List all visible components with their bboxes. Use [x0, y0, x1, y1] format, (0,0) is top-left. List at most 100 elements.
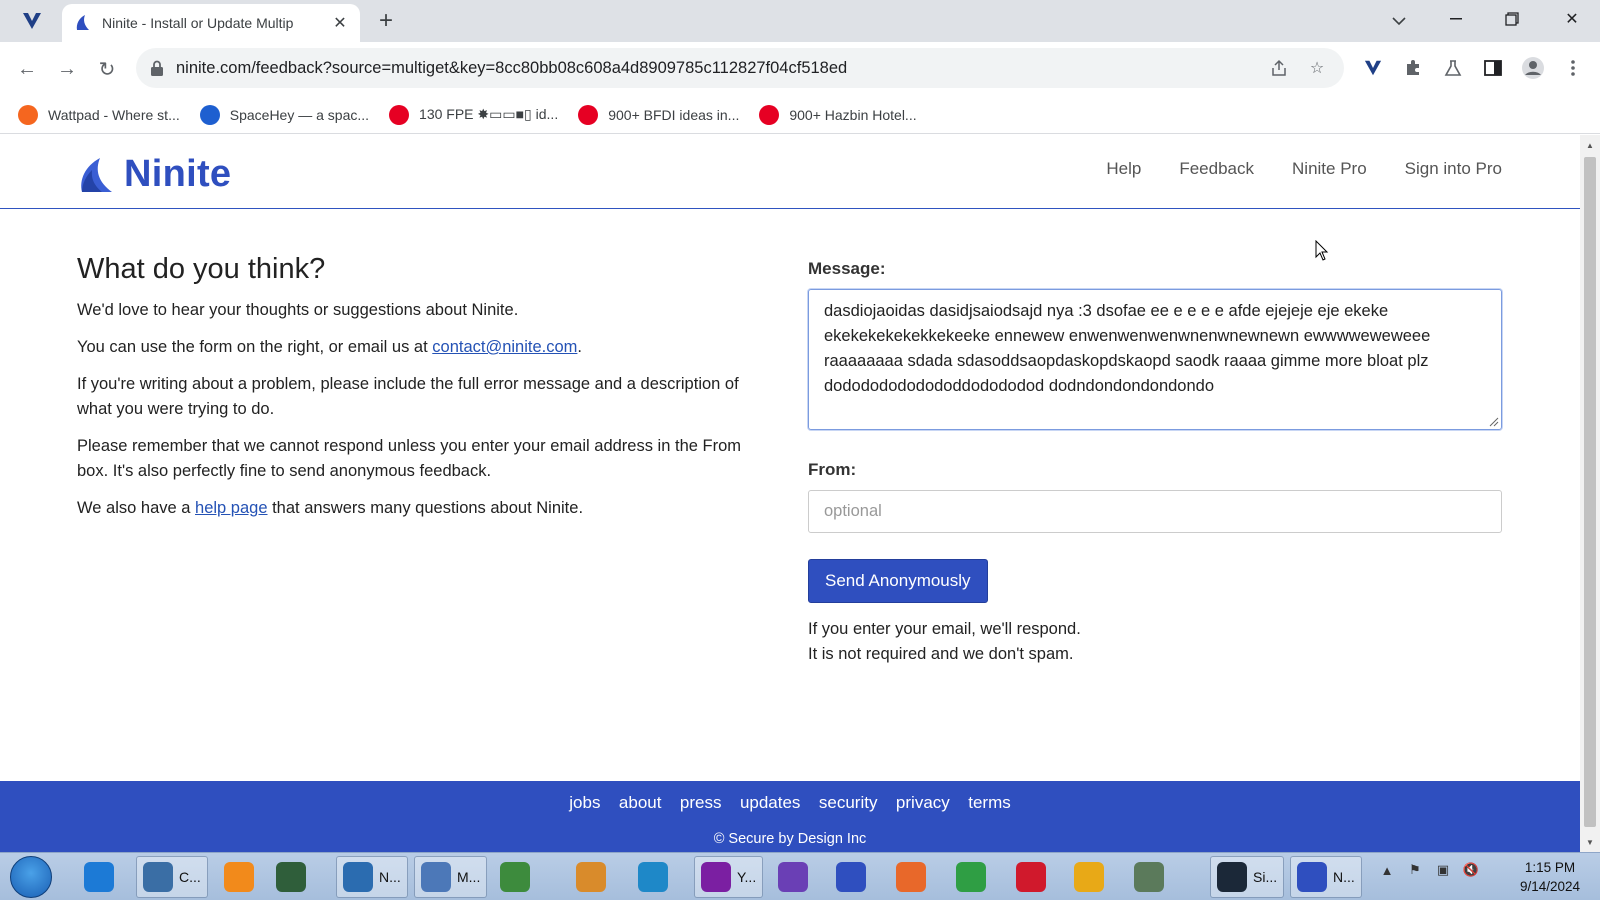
bookmark-item[interactable]: 130 FPE ✸▭▭■▯ id... — [389, 104, 558, 125]
taskbar-item[interactable] — [1010, 856, 1052, 898]
taskbar-item[interactable]: N... — [336, 856, 408, 898]
taskbar-item[interactable] — [1068, 856, 1110, 898]
help-page-link[interactable]: help page — [195, 499, 268, 517]
bookmark-item[interactable]: Wattpad - Where st... — [18, 104, 180, 125]
globe-icon — [343, 862, 373, 892]
system-clock[interactable]: 1:15 PM 9/14/2024 — [1502, 858, 1598, 896]
taskbar-item-label: Y... — [737, 869, 757, 885]
intro-paragraph: We'd love to hear your thoughts or sugge… — [77, 301, 519, 319]
scrollbar-thumb[interactable] — [1584, 157, 1596, 827]
footer-link-updates[interactable]: updates — [740, 793, 801, 812]
site-nav: Help Feedback Ninite Pro Sign into Pro — [1068, 159, 1502, 179]
close-window-button[interactable]: ✕ — [1544, 0, 1600, 38]
building-icon — [421, 862, 451, 892]
users-icon — [500, 862, 530, 892]
browser-menu-v-icon[interactable] — [20, 10, 44, 32]
restore-window-button[interactable] — [1484, 0, 1540, 38]
help-text-end: that answers many questions about Ninite… — [267, 499, 584, 517]
nav-ninite-pro-link[interactable]: Ninite Pro — [1292, 159, 1367, 179]
url-text: ninite.com/feedback?source=multiget&key=… — [176, 58, 848, 77]
bookmark-label: SpaceHey — a spac... — [229, 106, 370, 123]
taskbar-item[interactable] — [1128, 856, 1170, 898]
page-title: What do you think? — [77, 253, 326, 285]
extensions-puzzle-icon[interactable] — [1400, 55, 1426, 81]
from-email-input[interactable]: optional — [808, 490, 1502, 533]
footer-links: jobs about press updates security privac… — [0, 793, 1580, 813]
resize-grip-icon[interactable] — [1489, 417, 1499, 427]
active-tab[interactable]: Ninite - Install or Update Multip ✕ — [62, 4, 360, 42]
taskbar-item[interactable]: C... — [136, 856, 208, 898]
windows-taskbar: ▲ ⚑ ▣ 🔇 1:15 PM 9/14/2024 C... N... M... Y.… — [0, 852, 1600, 900]
nav-help-link[interactable]: Help — [1106, 159, 1141, 179]
new-tab-button[interactable]: + — [374, 9, 398, 33]
taskbar-item[interactable] — [570, 856, 612, 898]
ninite-icon — [836, 862, 866, 892]
profile-avatar-icon[interactable] — [1520, 55, 1546, 81]
from-label: From: — [808, 460, 857, 479]
send-anonymously-button[interactable]: Send Anonymously — [808, 559, 988, 603]
message-text: dasdiojaoidas dasidjsaiodsajd nya :3 dso… — [824, 302, 1431, 395]
scroll-down-arrow-icon[interactable]: ▼ — [1580, 834, 1600, 850]
message-textarea[interactable]: dasdiojaoidas dasidjsaiodsajd nya :3 dso… — [808, 289, 1502, 430]
ninite-icon — [1297, 862, 1327, 892]
browser-toolbar: ← → ↻ ninite.com/feedback?source=multige… — [0, 42, 1600, 96]
pinterest-icon — [759, 104, 780, 125]
taskbar-item[interactable] — [950, 856, 992, 898]
logo-text: Ninite — [124, 153, 232, 195]
footer-link-privacy[interactable]: privacy — [896, 793, 950, 812]
side-panel-icon[interactable] — [1480, 55, 1506, 81]
taskbar-item[interactable] — [772, 856, 814, 898]
tray-chevron-icon[interactable]: ▲ — [1378, 861, 1396, 879]
close-tab-icon[interactable]: ✕ — [330, 13, 350, 33]
back-arrow-icon[interactable]: ← — [13, 55, 41, 83]
tray-network-icon[interactable]: ▣ — [1434, 861, 1452, 879]
footer-link-security[interactable]: security — [819, 793, 878, 812]
start-button[interactable] — [10, 856, 52, 898]
nav-sign-into-pro-link[interactable]: Sign into Pro — [1405, 159, 1502, 179]
taskbar-item[interactable] — [830, 856, 872, 898]
taskbar-item[interactable]: N... — [1290, 856, 1362, 898]
reload-icon[interactable]: ↻ — [93, 55, 121, 83]
taskbar-item[interactable] — [78, 856, 120, 898]
email-text-end: . — [577, 338, 583, 356]
bookmark-item[interactable]: SpaceHey — a spac... — [199, 104, 370, 125]
taskbar-item[interactable] — [890, 856, 932, 898]
address-bar[interactable]: ninite.com/feedback?source=multiget&key=… — [136, 48, 1344, 88]
taskbar-item-label: Si... — [1253, 869, 1278, 885]
taskbar-item[interactable] — [494, 856, 536, 898]
taskbar-item[interactable]: Y... — [694, 856, 764, 898]
ninite-logo-icon — [81, 157, 112, 192]
taskbar-item[interactable]: Si... — [1210, 856, 1285, 898]
labs-flask-icon[interactable] — [1440, 55, 1466, 81]
taskbar-item[interactable] — [218, 856, 260, 898]
taskbar-item[interactable]: M... — [414, 856, 488, 898]
footer-link-press[interactable]: press — [680, 793, 722, 812]
tab-strip: Ninite - Install or Update Multip ✕ + ✕ — [0, 0, 1600, 42]
lock-icon — [151, 60, 163, 76]
footer-link-about[interactable]: about — [619, 793, 662, 812]
scroll-up-arrow-icon[interactable]: ▲ — [1580, 137, 1600, 153]
share-icon[interactable] — [1266, 55, 1292, 81]
chrome-menu-icon[interactable] — [1560, 55, 1586, 81]
page-scrollbar[interactable]: ▲ ▼ — [1580, 135, 1600, 852]
footer-link-terms[interactable]: terms — [968, 793, 1011, 812]
problem-paragraph: If you're writing about a problem, pleas… — [77, 375, 739, 418]
ninite-logo[interactable]: Ninite — [78, 153, 231, 196]
taskbar-item[interactable] — [632, 856, 674, 898]
tray-flag-icon[interactable]: ⚑ — [1406, 861, 1424, 879]
bookmark-item[interactable]: 900+ BFDI ideas in... — [578, 104, 739, 125]
footer-link-jobs[interactable]: jobs — [569, 793, 600, 812]
forward-arrow-icon[interactable]: → — [53, 55, 81, 83]
tray-volume-muted-icon[interactable]: 🔇 — [1462, 861, 1480, 879]
nav-feedback-link[interactable]: Feedback — [1179, 159, 1254, 179]
taskbar-item[interactable] — [270, 856, 312, 898]
bookmark-item[interactable]: 900+ Hazbin Hotel... — [759, 104, 917, 125]
contact-email-link[interactable]: contact@ninite.com — [432, 338, 577, 356]
minimize-window-button[interactable] — [1428, 0, 1484, 38]
firefox-icon — [896, 862, 926, 892]
bookmark-star-icon[interactable]: ☆ — [1304, 55, 1330, 81]
v-extension-icon[interactable] — [1360, 55, 1386, 81]
ring-icon — [1074, 862, 1104, 892]
tab-search-chevron-icon[interactable] — [1388, 10, 1410, 32]
taskbar-item-label: N... — [379, 869, 401, 885]
